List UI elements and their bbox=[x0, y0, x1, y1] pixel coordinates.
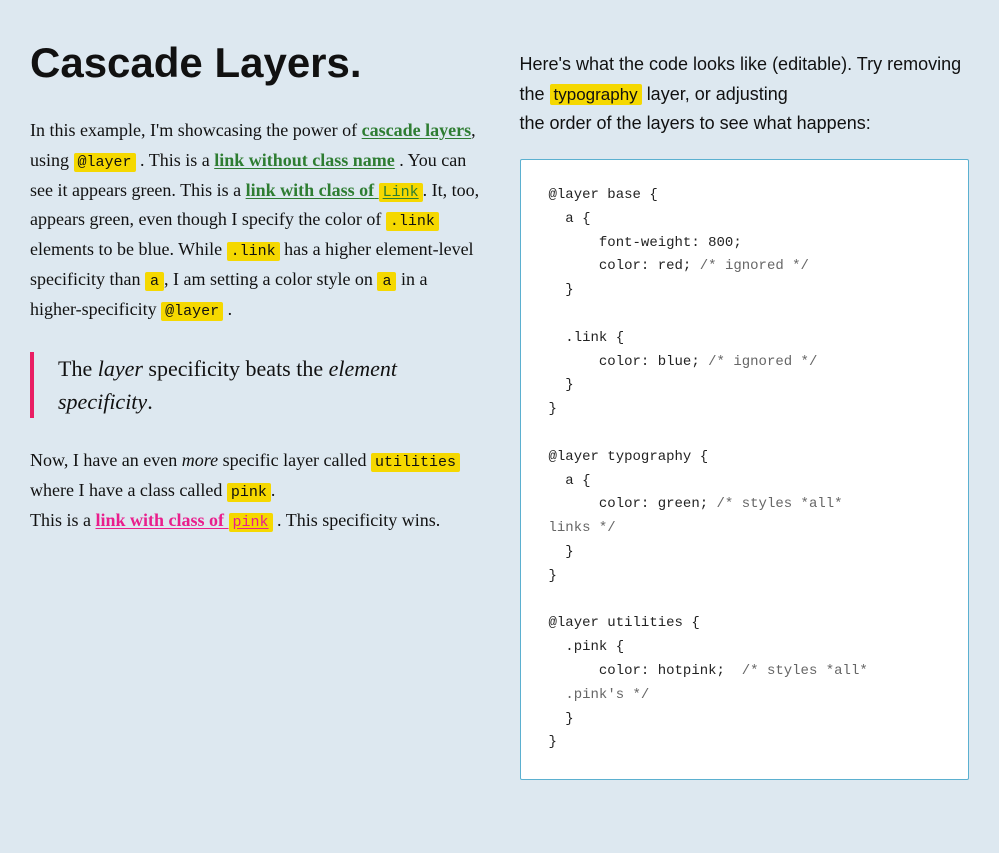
left-column: Cascade Layers. In this example, I'm sho… bbox=[30, 40, 480, 780]
intro-paragraph: In this example, I'm showcasing the powe… bbox=[30, 116, 480, 324]
page-layout: Cascade Layers. In this example, I'm sho… bbox=[30, 40, 969, 780]
blockquote: The layer specificity beats the element … bbox=[30, 352, 480, 418]
this-is-a: This is a bbox=[30, 510, 91, 530]
link-without-class[interactable]: link without class name bbox=[214, 150, 395, 170]
code-editor[interactable]: @layer base { a { font-weight: 800; colo… bbox=[520, 159, 970, 780]
period: . bbox=[271, 480, 276, 500]
layer-highlight-1: @layer bbox=[74, 153, 136, 172]
this-spec: . This specificity wins. bbox=[277, 510, 440, 530]
right-column: Here's what the code looks like (editabl… bbox=[520, 40, 970, 780]
blockquote-text: The layer specificity beats the element … bbox=[58, 352, 480, 418]
utilities-highlight: utilities bbox=[371, 453, 460, 472]
where-text: where I have a class called bbox=[30, 480, 222, 500]
right-intro-line3: layer, or adjusting bbox=[647, 84, 788, 104]
a-char-2: a bbox=[377, 272, 396, 291]
right-intro-line4: the order of the layers to see what happ… bbox=[520, 113, 871, 133]
right-intro-text: Here's what the code looks like (editabl… bbox=[520, 50, 970, 139]
a-char-1: a bbox=[145, 272, 164, 291]
typography-highlight: typography bbox=[550, 84, 642, 105]
now-text: Now, I have an even bbox=[30, 450, 177, 470]
pink-link[interactable]: link with class of pink bbox=[96, 510, 273, 530]
utilities-paragraph: Now, I have an even more specific layer … bbox=[30, 446, 480, 535]
sentence1: . This is a bbox=[140, 150, 210, 170]
link-code-2: .link bbox=[227, 242, 280, 261]
right-intro-line1: Here's what the code looks like (editabl… bbox=[520, 54, 883, 74]
cascade-layers-link[interactable]: cascade layers bbox=[362, 120, 471, 140]
layer-code: @layer bbox=[161, 302, 223, 321]
pink-link-highlight: pink bbox=[229, 513, 273, 532]
intro-text-1: In this example, I'm showcasing the powe… bbox=[30, 120, 357, 140]
link-with-class-label[interactable]: link with class of Link bbox=[246, 180, 423, 200]
more-em: more bbox=[182, 450, 218, 470]
sentence8: . bbox=[228, 299, 233, 319]
link-code-1: .link bbox=[386, 212, 439, 231]
sentence4: elements to be blue. While bbox=[30, 239, 222, 259]
sentence6: , I am setting a color style on bbox=[164, 269, 373, 289]
specific-text: specific layer called bbox=[223, 450, 367, 470]
page-heading: Cascade Layers. bbox=[30, 40, 480, 86]
code-line-1: @layer base { bbox=[549, 187, 658, 203]
link-class-highlight: Link bbox=[379, 183, 423, 202]
pink-highlight: pink bbox=[227, 483, 271, 502]
